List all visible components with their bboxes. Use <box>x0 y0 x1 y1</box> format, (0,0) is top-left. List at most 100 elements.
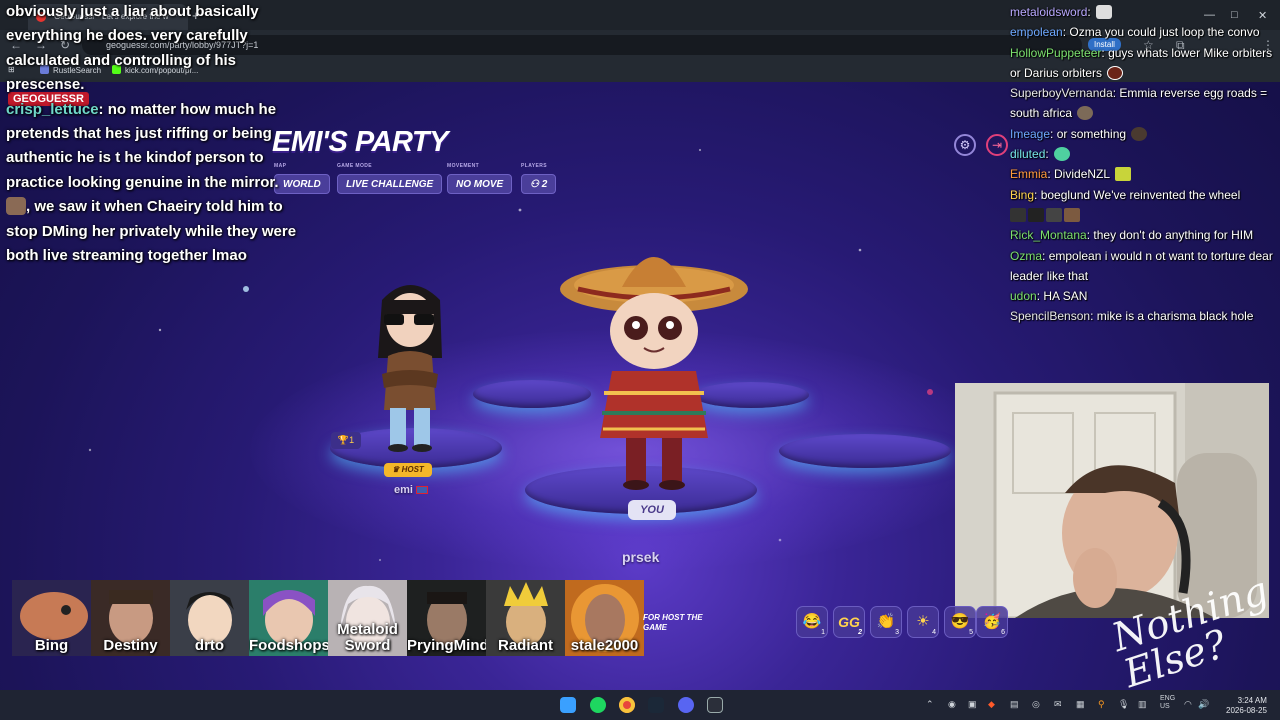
chat-message: obviously just a liar about basically ev… <box>6 3 259 94</box>
chat-emote-icon <box>1114 167 1131 182</box>
party-reaction-button[interactable]: 🥳 6 <box>976 606 1008 638</box>
chat-emote-icon <box>1131 126 1148 141</box>
chat-username: HollowPuppeteer <box>1010 45 1102 60</box>
member-tile[interactable]: Bing <box>12 580 91 656</box>
chat-emote-icon <box>1077 106 1094 121</box>
chat-line: Rick_Montana: they don't do anything for… <box>1010 228 1254 243</box>
tray-overflow-icon[interactable]: ⌃ <box>926 699 934 710</box>
member-tile[interactable]: stale2000 <box>565 580 644 656</box>
host-avatar[interactable] <box>360 278 460 453</box>
chat-emote-icon <box>1107 65 1124 80</box>
chat-emote-icon <box>1064 207 1080 222</box>
cool-icon: 😎 <box>950 613 970 630</box>
player-name-tag: prsek <box>622 549 660 565</box>
chrome-icon[interactable] <box>619 697 635 713</box>
member-tile[interactable]: drto <box>170 580 249 656</box>
setting-label-players: PLAYERS <box>521 163 547 169</box>
chat-username: Rick_Montana <box>1010 228 1087 243</box>
search-icon[interactable]: ⚲ <box>1098 699 1105 710</box>
gg-icon: GG <box>838 614 860 630</box>
member-tile[interactable]: Foodshops <box>249 580 328 656</box>
member-tile[interactable]: Destiny <box>91 580 170 656</box>
chat-line: Ozma: empolean i would n ot want to tort… <box>1010 248 1273 283</box>
waiting-for-host-note: FOR HOST THE GAME <box>643 613 703 632</box>
party-icon: 🥳 <box>982 613 1002 630</box>
chat-line: HollowPuppeteer: guys whats lower Mike o… <box>1010 45 1273 80</box>
host-badge: ♛ HOST <box>384 463 432 477</box>
chat-line: metaloidsword: <box>1010 2 1278 22</box>
tray-app-icon[interactable]: ▣ <box>968 699 977 710</box>
chat-emote-icon <box>1010 207 1026 222</box>
chat-emote-icon <box>1028 207 1044 222</box>
member-tile[interactable]: Radiant <box>486 580 565 656</box>
gg-reaction-button[interactable]: GG 2 <box>833 606 865 638</box>
chat-line: SpencilBenson: mike is a charisma black … <box>1010 309 1254 324</box>
chat-username: Emmia <box>1010 167 1048 182</box>
sun-icon: ☀ <box>916 613 930 630</box>
tray-app-icon[interactable]: ▤ <box>1010 699 1019 710</box>
trophy-icon: 🏆 <box>337 435 350 445</box>
players-icon: ⚇ <box>530 179 542 190</box>
chat-line: SuperboyVernanda: Emmia reverse egg road… <box>1010 86 1268 121</box>
setting-label-movement: MOVEMENT <box>447 163 480 169</box>
stream-chat-overlay-left: obviously just a liar about basically ev… <box>6 0 318 268</box>
settings-app-icon[interactable] <box>707 697 723 713</box>
chat-line: udon: HA SAN <box>1010 289 1088 304</box>
windows-taskbar: ⌃ ◉ ▣ ◆ ▤ ◎ ✉ ▦ ⚲ 🎙 ▥ ENG US ◠ 🔊 <box>0 690 1280 720</box>
you-badge: YOU <box>628 500 676 520</box>
chat-line: Bing: boeglund We've reinvented the whee… <box>1010 187 1241 202</box>
movement-setting-button[interactable]: NO MOVE <box>447 174 513 194</box>
empty-slot-platform <box>779 434 951 468</box>
host-name-tag: emi <box>394 484 429 496</box>
chat-username: udon <box>1010 289 1037 304</box>
stream-frame: GeoGuessr - Let's explore the w ✕ + — □ … <box>0 0 1280 720</box>
mail-icon[interactable]: ✉ <box>1054 699 1062 710</box>
chat-username: Imeage <box>1010 126 1051 141</box>
crown-icon: ♛ <box>392 465 402 474</box>
chat-username: empolean <box>1010 25 1063 40</box>
chat-username: SpencilBenson <box>1010 309 1091 324</box>
host-trophy-badge: 🏆1 <box>331 432 361 449</box>
chat-user-avatar <box>6 197 26 216</box>
spotify-icon[interactable] <box>590 697 606 713</box>
wifi-icon[interactable]: ◠ <box>1184 699 1192 710</box>
cool-reaction-button[interactable]: 😎 5 <box>944 606 976 638</box>
tray-app-icon[interactable]: ▥ <box>1138 699 1147 710</box>
us-flag-icon <box>416 486 429 494</box>
settings-gear-icon[interactable]: ⚙ <box>954 134 976 156</box>
start-menu-icon[interactable] <box>560 697 576 713</box>
stream-chat-overlay-right: metaloidsword: empolean: Ozma you could … <box>1010 2 1278 327</box>
chat-emote-icon <box>1046 207 1062 222</box>
chat-username: Bing <box>1010 187 1035 202</box>
chat-line: diluted: <box>1010 144 1278 164</box>
laugh-reaction-button[interactable]: 😂 1 <box>796 606 828 638</box>
tray-app-icon[interactable]: ◉ <box>948 699 956 710</box>
player-avatar[interactable] <box>558 233 750 495</box>
tray-app-icon[interactable]: ◎ <box>1032 699 1040 710</box>
chat-username: metaloidsword <box>1010 5 1088 19</box>
volume-icon[interactable]: 🔊 <box>1198 699 1209 710</box>
sun-reaction-button[interactable]: ☀ 4 <box>907 606 939 638</box>
microphone-icon[interactable]: 🎙 <box>1118 699 1129 710</box>
chat-username: SuperboyVernanda <box>1010 86 1113 101</box>
steam-icon[interactable] <box>648 697 664 713</box>
discord-icon[interactable] <box>678 697 694 713</box>
chat-line: empolean: Ozma you could just loop the c… <box>1010 25 1260 40</box>
member-tile[interactable]: PryingMind <box>407 580 486 656</box>
clap-reaction-button[interactable]: 👏 3 <box>870 606 902 638</box>
leave-party-icon[interactable]: ⇥ <box>986 134 1008 156</box>
tray-app-icon[interactable]: ▦ <box>1076 699 1085 710</box>
laugh-icon: 😂 <box>802 613 822 630</box>
chat-line: Imeage: or something <box>1010 124 1278 144</box>
chat-message: , we saw it when Chaeiry told him to sto… <box>6 198 297 265</box>
chat-emote-icon <box>1096 5 1113 19</box>
taskbar-clock[interactable]: 3:24 AM 2026-08-25 <box>1226 696 1267 716</box>
players-setting-button[interactable]: ⚇ 2 <box>521 174 557 194</box>
game-mode-setting-button[interactable]: LIVE CHALLENGE <box>337 174 443 194</box>
brave-icon[interactable]: ◆ <box>988 699 995 710</box>
member-tile[interactable]: Metaloid Sword <box>328 580 407 656</box>
chat-username: diluted <box>1010 147 1046 162</box>
chat-username: crisp_lettuce <box>6 100 99 118</box>
language-indicator[interactable]: ENG US <box>1160 695 1175 711</box>
chat-emote-icon <box>1054 147 1071 162</box>
